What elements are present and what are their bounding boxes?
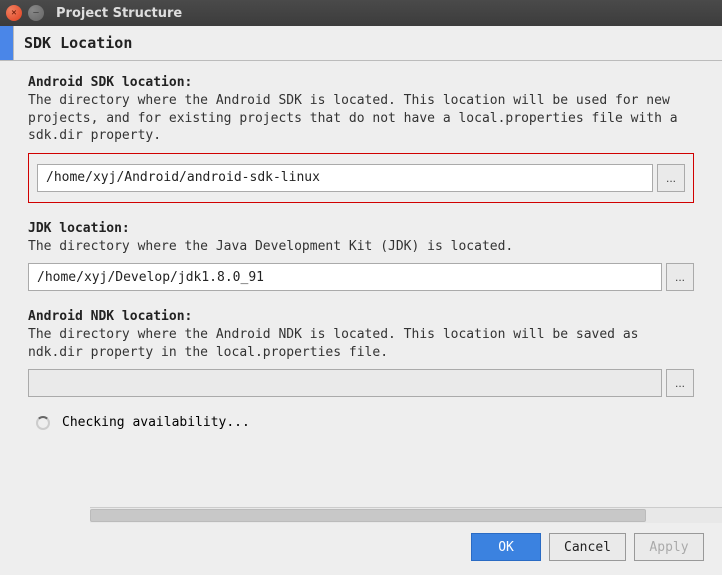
jdk-section: JDK location: The directory where the Ja… bbox=[28, 221, 694, 292]
cancel-button[interactable]: Cancel bbox=[549, 533, 626, 561]
scrollbar-thumb[interactable] bbox=[90, 509, 646, 522]
android-sdk-title: Android SDK location: bbox=[28, 75, 694, 90]
jdk-input-row: ... bbox=[28, 263, 694, 291]
ndk-path-input[interactable] bbox=[28, 369, 662, 397]
checking-status-text: Checking availability... bbox=[62, 415, 250, 430]
android-sdk-browse-button[interactable]: ... bbox=[657, 164, 685, 192]
android-sdk-section: Android SDK location: The directory wher… bbox=[28, 75, 694, 203]
window-title: Project Structure bbox=[56, 6, 182, 21]
jdk-browse-button[interactable]: ... bbox=[666, 263, 694, 291]
horizontal-scrollbar[interactable] bbox=[90, 507, 722, 523]
ndk-desc: The directory where the Android NDK is l… bbox=[28, 326, 694, 361]
window-titlebar: ✕ – Project Structure bbox=[0, 0, 722, 26]
android-sdk-input-row: ... bbox=[28, 153, 694, 203]
apply-button[interactable]: Apply bbox=[634, 533, 704, 561]
ndk-input-row: ... bbox=[28, 369, 694, 397]
content-area: Android SDK location: The directory wher… bbox=[0, 61, 722, 507]
spinner-icon bbox=[36, 416, 50, 430]
ndk-title: Android NDK location: bbox=[28, 309, 694, 324]
page-heading: SDK Location bbox=[14, 26, 722, 60]
ndk-section: Android NDK location: The directory wher… bbox=[28, 309, 694, 397]
dialog-button-row: OK Cancel Apply bbox=[0, 523, 722, 575]
android-sdk-desc: The directory where the Android SDK is l… bbox=[28, 92, 694, 145]
window-minimize-button[interactable]: – bbox=[28, 5, 44, 21]
sidebar-tab-indicator[interactable] bbox=[0, 26, 14, 60]
checking-status-row: Checking availability... bbox=[36, 415, 694, 430]
jdk-title: JDK location: bbox=[28, 221, 694, 236]
ndk-browse-button[interactable]: ... bbox=[666, 369, 694, 397]
jdk-path-input[interactable] bbox=[28, 263, 662, 291]
android-sdk-path-input[interactable] bbox=[37, 164, 653, 192]
window-close-button[interactable]: ✕ bbox=[6, 5, 22, 21]
ok-button[interactable]: OK bbox=[471, 533, 541, 561]
dialog-body: SDK Location Android SDK location: The d… bbox=[0, 26, 722, 575]
jdk-desc: The directory where the Java Development… bbox=[28, 238, 694, 256]
header-row: SDK Location bbox=[0, 26, 722, 61]
